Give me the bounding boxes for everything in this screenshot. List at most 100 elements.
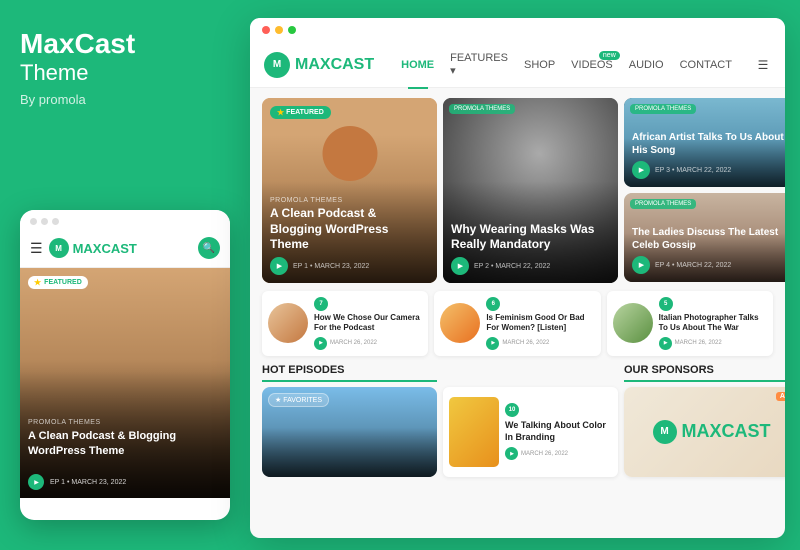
bottom-ep-num: 10: [505, 403, 612, 417]
browser-dot-yellow: [275, 26, 283, 34]
mobile-featured-badge: ★ FEATURED: [28, 276, 88, 289]
card1-play-button[interactable]: [270, 257, 288, 275]
mobile-logo-text: MAXCAST: [73, 241, 137, 256]
mobile-card-ep: EP 1 • MARCH 23, 2022: [50, 479, 126, 486]
browser-dot-red: [262, 26, 270, 34]
ep1-info: 7 How We Chose Our Camera For the Podcas…: [314, 297, 422, 350]
mobile-card-meta: EP 1 • MARCH 23, 2022: [28, 474, 222, 490]
section-labels: HOT EPISODES OUR SPONSORS: [262, 364, 773, 382]
bottom-ep-meta: MARCH 26, 2022: [505, 447, 612, 460]
brand-subtitle: Theme: [20, 60, 220, 86]
featured-card-2[interactable]: PROMOLA THEMES Why Wearing Masks Was Rea…: [443, 98, 618, 283]
nav-icons: ☰ 🔍: [749, 51, 785, 79]
mobile-dot-1: [30, 218, 37, 225]
mobile-logo: M MAXCAST: [49, 238, 137, 258]
ep1-play-button[interactable]: [314, 337, 327, 350]
card4-title: The Ladies Discuss The Latest Celeb Goss…: [632, 226, 785, 252]
main-panel: M MAXCAST HOME FEATURES ▾ SHOP VIDEOS AU…: [250, 18, 785, 538]
site-header: M MAXCAST HOME FEATURES ▾ SHOP VIDEOS AU…: [250, 42, 785, 88]
card4-play-button[interactable]: [632, 256, 650, 274]
ep2-meta: MARCH 26, 2022: [486, 337, 594, 350]
brand-byline: By promola: [20, 92, 220, 107]
nav-contact[interactable]: CONTACT: [673, 55, 739, 75]
card3-play-button[interactable]: [632, 161, 650, 179]
bottom-ep-title: We Talking About Color In Branding: [505, 420, 612, 443]
ep2-play-button[interactable]: [486, 337, 499, 350]
card1-label: PROMOLA THEMES: [270, 197, 429, 204]
bottom-ep-circle: 10: [505, 403, 519, 417]
mobile-mockup: ☰ M MAXCAST 🔍 ★ FEATURED PROMOLA THEMES …: [20, 210, 230, 520]
nav-features[interactable]: FEATURES ▾: [443, 48, 515, 81]
featured-card-1[interactable]: ★ FEATURED PROMOLA THEMES A Clean Podcas…: [262, 98, 437, 283]
ep3-date: MARCH 26, 2022: [675, 340, 722, 346]
featured-badge: ★ FEATURED: [270, 106, 331, 119]
mobile-play-button[interactable]: [28, 474, 44, 490]
mobile-featured-card: ★ FEATURED PROMOLA THEMES A Clean Podcas…: [20, 268, 230, 498]
mobile-dot-2: [41, 218, 48, 225]
bottom-image-card[interactable]: ★ FAVORITES: [262, 387, 437, 477]
site-logo: M MAXCAST: [264, 52, 374, 78]
mobile-card-title: A Clean Podcast & Blogging WordPress The…: [28, 429, 222, 458]
ep1-title: How We Chose Our Camera For the Podcast: [314, 313, 422, 334]
card3-ep: EP 3 • MARCH 22, 2022: [655, 167, 731, 174]
left-panel: MaxCast Theme By promola ☰ M MAXCAST 🔍: [0, 0, 240, 550]
card3-meta: EP 3 • MARCH 22, 2022: [632, 161, 785, 179]
browser-dot-green: [288, 26, 296, 34]
mobile-logo-icon: M: [49, 238, 69, 258]
bottom-ep-date: MARCH 26, 2022: [521, 451, 568, 457]
mobile-hamburger-icon[interactable]: ☰: [30, 240, 43, 257]
ep2-info: 6 Is Feminism Good Or Bad For Women? [Li…: [486, 297, 594, 350]
card4-label-badge: PROMOLA THEMES: [630, 199, 696, 209]
mobile-card-overlay: [20, 268, 230, 498]
mobile-search-button[interactable]: 🔍: [198, 237, 220, 259]
ep2-title: Is Feminism Good Or Bad For Women? [List…: [486, 313, 594, 334]
right-column: PROMOLA THEMES African Artist Talks To U…: [624, 98, 785, 283]
ep3-info: 5 Italian Photographer Talks To Us About…: [659, 297, 767, 350]
ep3-num: 5: [659, 297, 767, 311]
ep2-date: MARCH 26, 2022: [502, 340, 549, 346]
ep3-play-button[interactable]: [659, 337, 672, 350]
card1-title: A Clean Podcast & Blogging WordPress The…: [270, 206, 429, 253]
episodes-row: 7 How We Chose Our Camera For the Podcas…: [262, 291, 773, 356]
badge-star-icon: ★: [277, 108, 284, 117]
card2-meta: EP 2 • MARCH 22, 2022: [451, 257, 610, 275]
card4-ep: EP 4 • MARCH 22, 2022: [655, 262, 731, 269]
card3-title: African Artist Talks To Us About His Son…: [632, 131, 785, 157]
nav-videos[interactable]: VIDEOS: [564, 55, 620, 75]
episode-card-2[interactable]: 6 Is Feminism Good Or Bad For Women? [Li…: [434, 291, 600, 356]
card2-play-button[interactable]: [451, 257, 469, 275]
ep1-date: MARCH 26, 2022: [330, 340, 377, 346]
bottom-card-overlay: [262, 387, 437, 477]
ep2-thumb: [440, 303, 480, 343]
ep1-thumb: [268, 303, 308, 343]
bottom-section: ★ FAVORITES 10 We Talking About Color In…: [262, 387, 773, 477]
site-nav: HOME FEATURES ▾ SHOP VIDEOS AUDIO CONTAC…: [394, 48, 739, 81]
card2-ep: EP 2 • MARCH 22, 2022: [474, 263, 550, 270]
episode-card-3[interactable]: 5 Italian Photographer Talks To Us About…: [607, 291, 773, 356]
card1-meta: EP 1 • MARCH 23, 2022: [270, 257, 429, 275]
featured-star-icon: ★: [34, 278, 41, 287]
nav-home[interactable]: HOME: [394, 55, 441, 75]
ep3-thumb: [613, 303, 653, 343]
featured-card-3[interactable]: PROMOLA THEMES African Artist Talks To U…: [624, 98, 785, 187]
bottom-episode-card[interactable]: 10 We Talking About Color In Branding MA…: [443, 387, 618, 477]
ep3-title: Italian Photographer Talks To Us About T…: [659, 313, 767, 334]
card2-label-badge: PROMOLA THEMES: [449, 104, 515, 114]
mobile-dots: [30, 218, 59, 225]
card4-meta: EP 4 • MARCH 22, 2022: [632, 256, 785, 274]
bottom-ep-play-button[interactable]: [505, 447, 518, 460]
card1-content: PROMOLA THEMES A Clean Podcast & Bloggin…: [262, 189, 437, 283]
sponsor-logo: M MAXCAST: [653, 420, 771, 444]
featured-card-4[interactable]: PROMOLA THEMES The Ladies Discuss The La…: [624, 193, 785, 282]
mobile-browser-bar: [20, 210, 230, 233]
sponsor-logo-inner: M MAXCAST: [653, 420, 771, 444]
mobile-nav: ☰ M MAXCAST 🔍: [20, 233, 230, 268]
nav-audio[interactable]: AUDIO: [622, 55, 671, 75]
ep2-circle: 6: [486, 297, 500, 311]
hamburger-icon-button[interactable]: ☰: [749, 51, 777, 79]
ad-badge: AD: [776, 392, 785, 401]
episode-card-1[interactable]: 7 How We Chose Our Camera For the Podcas…: [262, 291, 428, 356]
content-area: ★ FEATURED PROMOLA THEMES A Clean Podcas…: [250, 88, 785, 487]
nav-shop[interactable]: SHOP: [517, 55, 562, 75]
site-logo-text: MAXCAST: [295, 56, 374, 74]
